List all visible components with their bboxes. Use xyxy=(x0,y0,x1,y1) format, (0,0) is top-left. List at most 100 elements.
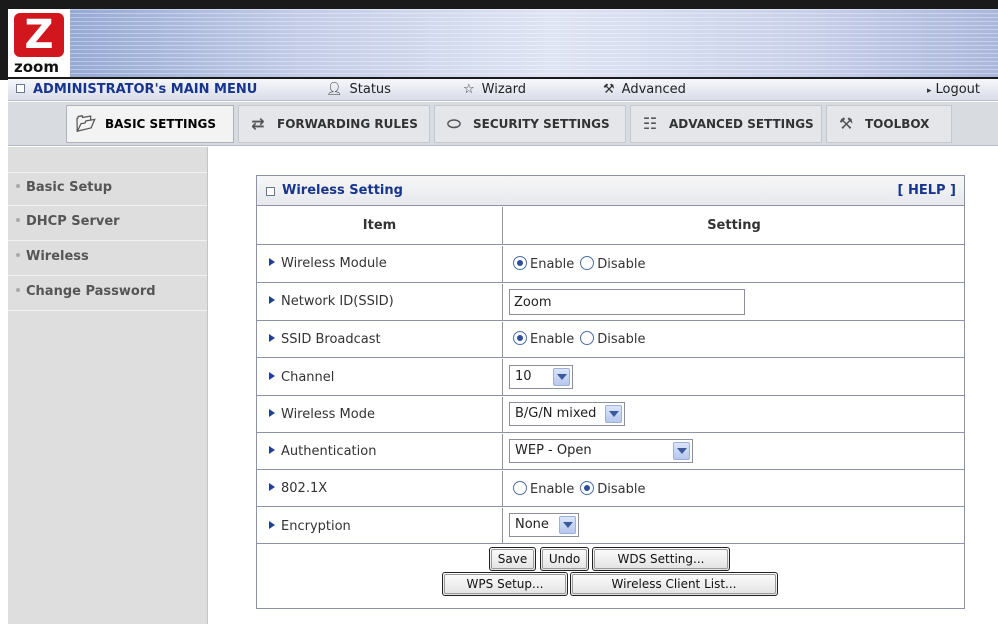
row-label-cell: Authentication xyxy=(257,434,503,469)
ssid-broadcast-radio-group: Enable Disable xyxy=(513,331,652,347)
panel-title: Wireless Setting xyxy=(282,183,403,198)
help-link[interactable]: [ HELP ] xyxy=(897,183,956,198)
undo-button-label: Undo xyxy=(542,549,587,569)
row-label-cell: Channel xyxy=(257,359,503,395)
save-button[interactable]: Save xyxy=(489,547,536,571)
wireless-mode-select[interactable]: B/G/N mixed xyxy=(509,402,625,426)
ssid-broadcast-enable-radio[interactable] xyxy=(513,331,527,345)
sidebar-item-label: DHCP Server xyxy=(26,214,120,229)
wds-setting-button[interactable]: WDS Setting... xyxy=(592,547,730,571)
radio-label: Disable xyxy=(597,332,646,347)
row-label-cell: Wireless Mode xyxy=(257,397,503,432)
main-menu-title[interactable]: ADMINISTRATOR's MAIN MENU xyxy=(16,82,257,97)
row-label-cell: SSID Broadcast xyxy=(257,322,503,357)
tab-bar: 📂︎ BASIC SETTINGS ⇄ FORWARDING RULES ⬭ SECU… xyxy=(8,102,998,146)
zoom-logo: Z zoom xyxy=(8,9,70,77)
row-value-cell: Enable Disable xyxy=(504,246,964,282)
column-header-setting: Setting xyxy=(504,207,964,244)
logout-label: Logout xyxy=(935,82,980,97)
table-row: Wireless Module Enable Disable xyxy=(257,246,964,283)
triangle-right-icon xyxy=(269,334,275,342)
encryption-select[interactable]: None xyxy=(509,513,579,537)
bullet-icon xyxy=(16,253,20,257)
triangle-right-icon: ▸ xyxy=(926,86,932,96)
table-row: Channel 10 xyxy=(257,359,964,396)
sidebar-item-basic-setup[interactable]: Basic Setup xyxy=(8,172,207,206)
status-link[interactable]: 👤︎ Status xyxy=(326,82,391,97)
wireless-module-enable-radio[interactable] xyxy=(513,256,527,270)
sidebar-item-change-password[interactable]: Change Password xyxy=(8,277,207,311)
sidebar-item-label: Wireless xyxy=(26,249,89,264)
wireless-module-label: Wireless Module xyxy=(281,256,387,271)
row-value-cell: Enable Disable xyxy=(504,471,964,506)
tab-label: SECURITY SETTINGS xyxy=(473,117,610,131)
chevron-down-icon xyxy=(673,442,690,460)
advanced-link[interactable]: ⚒ Advanced xyxy=(603,82,686,97)
row-value-cell: 10 xyxy=(504,359,964,395)
row-label-cell: 802.1X xyxy=(257,471,503,506)
banner-lines xyxy=(8,9,998,77)
logout-link[interactable]: ▸ Logout xyxy=(927,82,980,97)
wizard-label: Wizard xyxy=(481,82,526,97)
wireless-client-list-button[interactable]: Wireless Client List... xyxy=(570,572,778,596)
column-header-item-text: Item xyxy=(362,218,397,233)
wireless-module-radio-group: Enable Disable xyxy=(513,256,652,272)
row-label: Authentication xyxy=(269,444,376,459)
square-icon xyxy=(266,187,275,196)
row-value-cell: Enable Disable xyxy=(504,322,964,357)
person-icon: 👤︎ xyxy=(326,82,343,97)
ssid-label: Network ID(SSID) xyxy=(281,294,394,309)
row-label-cell: Wireless Module xyxy=(257,246,503,282)
triangle-right-icon xyxy=(269,483,275,491)
tab-advanced-settings[interactable]: ☷ ADVANCED SETTINGS xyxy=(630,105,822,143)
row-label: Wireless Module xyxy=(269,256,387,271)
ssid-input[interactable] xyxy=(509,289,745,315)
tab-security-settings[interactable]: ⬭ SECURITY SETTINGS xyxy=(434,105,626,143)
encryption-value: None xyxy=(515,517,549,532)
chevron-down-icon xyxy=(553,368,570,386)
button-area: Save Undo WDS Setting... WPS Setup... Wi… xyxy=(257,545,964,607)
sidebar-item-wireless[interactable]: Wireless xyxy=(8,242,207,276)
dot1x-disable-radio[interactable] xyxy=(580,481,595,495)
triangle-right-icon xyxy=(269,409,275,417)
chevron-down-icon xyxy=(559,516,576,534)
wizard-link[interactable]: ☆ Wizard xyxy=(463,82,526,97)
folder-icon: 📂︎ xyxy=(75,114,97,133)
status-label: Status xyxy=(349,82,391,97)
tab-forwarding-rules[interactable]: ⇄ FORWARDING RULES xyxy=(238,105,430,143)
tab-toolbox[interactable]: ⚒ TOOLBOX xyxy=(826,105,952,143)
row-value-cell xyxy=(504,284,964,320)
channel-select[interactable]: 10 xyxy=(509,365,573,389)
authentication-select[interactable]: WEP - Open xyxy=(509,439,693,463)
sidebar-item-label: Change Password xyxy=(26,284,156,299)
arrows-icon: ⇄ xyxy=(251,114,265,133)
row-label: Channel xyxy=(269,370,334,385)
sidebar: Basic Setup DHCP Server Wireless Change … xyxy=(8,147,208,624)
undo-button[interactable]: Undo xyxy=(540,547,589,571)
row-value-cell: B/G/N mixed xyxy=(504,397,964,432)
wps-setup-button[interactable]: WPS Setup... xyxy=(442,572,568,596)
logo-letter: Z xyxy=(14,13,64,57)
table-row: 802.1X Enable Disable xyxy=(257,471,964,507)
tab-basic-settings[interactable]: 📂︎ BASIC SETTINGS xyxy=(66,105,234,143)
ssid-broadcast-disable-radio[interactable] xyxy=(580,331,595,345)
row-label-cell: Network ID(SSID) xyxy=(257,284,503,320)
dot1x-enable-radio[interactable] xyxy=(513,481,527,495)
column-header-setting-text: Setting xyxy=(707,218,761,233)
tab-label: FORWARDING RULES xyxy=(277,117,418,131)
tab-label: ADVANCED SETTINGS xyxy=(669,117,814,131)
table-row: Wireless Mode B/G/N mixed xyxy=(257,397,964,433)
sidebar-item-label: Basic Setup xyxy=(26,180,113,195)
lock-icon: ⬭ xyxy=(447,114,461,133)
header-banner: Z zoom xyxy=(0,0,998,80)
tab-label: TOOLBOX xyxy=(865,117,930,131)
row-value-cell: WEP - Open xyxy=(504,434,964,469)
wireless-module-disable-radio[interactable] xyxy=(580,256,595,270)
row-label: SSID Broadcast xyxy=(269,332,381,347)
channel-value: 10 xyxy=(515,369,532,384)
triangle-right-icon xyxy=(269,521,275,529)
table-header-row: Item Setting xyxy=(257,207,964,245)
channel-label: Channel xyxy=(281,370,335,385)
sidebar-item-dhcp-server[interactable]: DHCP Server xyxy=(8,207,207,241)
bullet-icon xyxy=(16,288,20,292)
